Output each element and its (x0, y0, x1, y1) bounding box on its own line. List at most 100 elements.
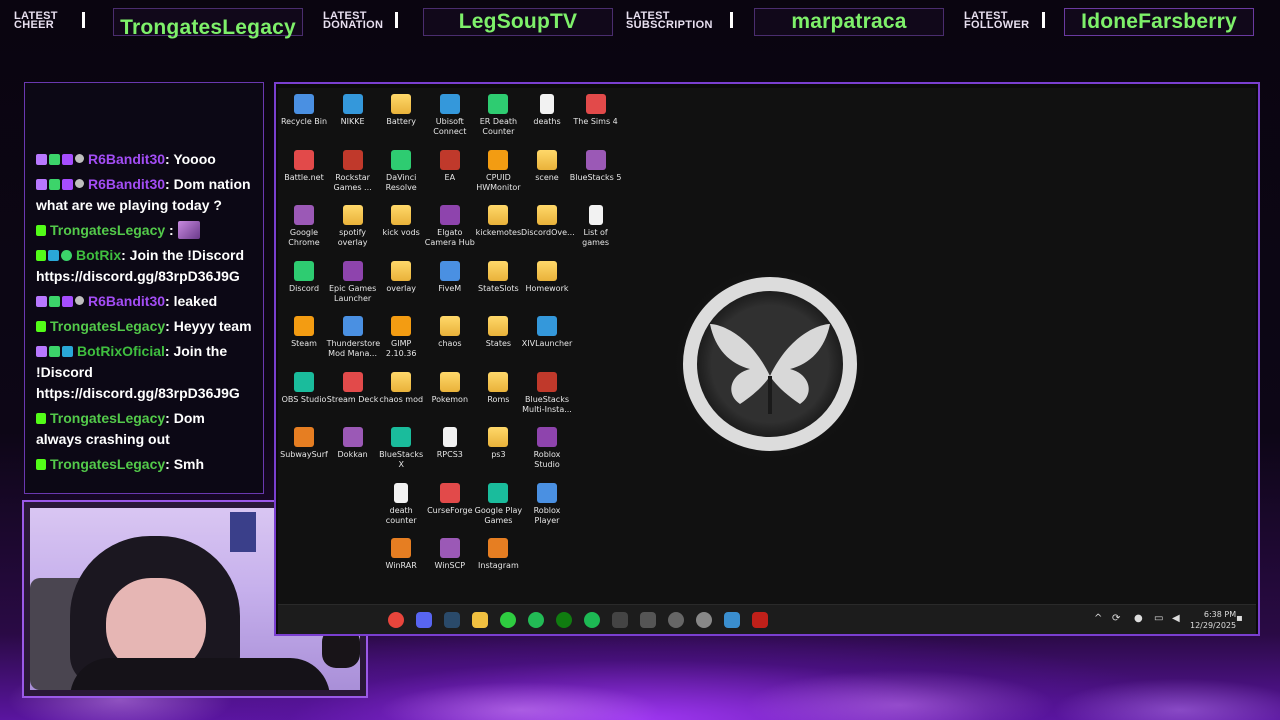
desktop-icon[interactable]: Stream Deck (326, 371, 379, 405)
desktop-icon[interactable]: Battery (375, 94, 427, 127)
network-icon[interactable]: ▭ (1154, 613, 1163, 624)
latest-follower-name: IdoneFarsberry (1081, 10, 1237, 33)
steam-icon[interactable] (444, 612, 460, 628)
app-icon (342, 149, 363, 170)
desktop-icon[interactable]: Recycle Bin (278, 94, 330, 127)
desktop-icon[interactable]: Homework (521, 260, 573, 294)
notification-icon[interactable]: ▪ (1236, 613, 1243, 624)
xbox-icon[interactable] (556, 612, 572, 628)
desktop-icon[interactable]: Pokemon (424, 371, 476, 405)
app-icon[interactable] (612, 612, 628, 628)
app-icon (439, 538, 460, 558)
desktop-icon[interactable]: ps3 (472, 427, 524, 460)
app-icon (294, 94, 314, 114)
desktop-icon[interactable]: StateSlots (472, 260, 524, 294)
app-icon (342, 316, 363, 336)
obs-icon[interactable] (668, 612, 684, 628)
desktop-icon[interactable]: WinRAR (375, 538, 427, 571)
desktop-icon-label: RPCS3 (436, 450, 463, 459)
badge-icon (48, 250, 59, 261)
desktop-icon[interactable]: Thunderstore Mod Mana... (327, 316, 380, 359)
desktop-icon[interactable]: CPUID HWMonitor (472, 149, 524, 193)
microphone-icon[interactable]: ● (1134, 613, 1143, 624)
app-icon (585, 94, 606, 114)
desktop-icon-label: Steam (291, 339, 317, 348)
desktop-icon[interactable]: Elgato Camera Hub (424, 205, 476, 248)
stream-deck-icon[interactable] (640, 612, 656, 628)
folder-icon (391, 371, 412, 392)
discord-icon[interactable] (416, 612, 432, 628)
desktop-icon[interactable]: List of games (570, 205, 622, 248)
desktop-icon[interactable]: The Sims 4 (570, 94, 622, 127)
app-icon[interactable] (500, 612, 516, 628)
desktop-icon[interactable]: Google Play Games (472, 482, 524, 526)
desktop-icon[interactable]: EA (424, 149, 476, 183)
desktop-icon[interactable]: DaVinci Resolve (375, 149, 427, 193)
desktop-icon[interactable]: Rockstar Games ... (327, 149, 379, 193)
desktop-icon-label: Battery (386, 117, 416, 126)
desktop-icon[interactable]: DiscordOve... (521, 205, 575, 238)
desktop-icon[interactable]: ER Death Counter (472, 94, 524, 137)
desktop-icon[interactable]: spotify overlay (327, 205, 379, 248)
desktop-icon[interactable]: death counter (375, 482, 427, 526)
stat-label-line2: CHEER (14, 19, 55, 31)
desktop-icon[interactable]: Google Chrome (278, 205, 330, 248)
app-icon[interactable] (528, 612, 544, 628)
app-icon (537, 482, 557, 503)
desktop-icon[interactable]: Steam (278, 316, 330, 349)
app-icon (342, 371, 363, 392)
desktop-icon[interactable]: Epic Games Launcher (327, 260, 379, 304)
taskbar-clock[interactable]: 6:38 PM 12/29/2025 (1190, 609, 1236, 631)
chevron-up-icon[interactable]: ^ (1094, 613, 1102, 624)
desktop-icon[interactable]: chaos mod (375, 371, 427, 405)
desktop-icon[interactable]: XIVLauncher (521, 316, 573, 349)
desktop-icon[interactable]: chaos (424, 316, 476, 349)
app-icon[interactable] (752, 612, 768, 628)
desktop-icon[interactable]: deaths (521, 94, 573, 127)
app-icon (439, 260, 460, 281)
volume-icon[interactable]: ◀ (1172, 613, 1180, 624)
desktop-icon[interactable]: Battle.net (278, 149, 330, 183)
desktop-icon[interactable]: Roblox Player (521, 482, 573, 526)
chrome-icon[interactable] (388, 612, 404, 628)
desktop-icon[interactable]: Ubisoft Connect (424, 94, 476, 137)
desktop-icon[interactable]: SubwaySurf (278, 427, 330, 460)
desktop-icon[interactable]: OBS Studio (278, 371, 330, 405)
desktop-icon[interactable]: BlueStacks 5 (570, 149, 622, 183)
desktop-icon[interactable]: BlueStacks Multi-Insta... (521, 371, 573, 415)
desktop-icon[interactable]: RPCS3 (424, 427, 476, 460)
desktop-icon[interactable]: GIMP 2.10.36 (375, 316, 427, 359)
desktop-icon-label: CPUID HWMonitor (476, 172, 521, 192)
desktop-icon[interactable]: WinSCP (424, 538, 476, 571)
desktop-icon[interactable]: Discord (278, 260, 330, 294)
file-explorer-icon[interactable] (472, 612, 488, 628)
desktop-icon[interactable]: scene (521, 149, 573, 183)
chat-message: R6Bandit30: Yoooo (36, 149, 253, 170)
desktop-icon[interactable]: Instagram (472, 538, 524, 571)
desktop-icon[interactable]: kick vods (375, 205, 427, 238)
desktop-icon-label: FiveM (438, 283, 462, 293)
app-icon[interactable] (724, 612, 740, 628)
desktop-icon-label: Stream Deck (326, 394, 379, 404)
desktop-icon[interactable]: Roblox Studio (521, 427, 573, 470)
desktop-icon-label: Recycle Bin (280, 117, 328, 126)
desktop-icon[interactable]: BlueStacks X (375, 427, 427, 470)
settings-icon[interactable] (696, 612, 712, 628)
app-icon (294, 316, 314, 336)
stream-stats-bar: LATEST CHEER TrongatesLegacy LATEST DONA… (0, 0, 1280, 44)
desktop-icon[interactable]: overlay (375, 260, 427, 294)
desktop-icon[interactable]: Roms (472, 371, 524, 405)
desktop-icon[interactable]: Dokkan (327, 427, 379, 460)
spotify-icon[interactable] (584, 612, 600, 628)
desktop-icon[interactable]: CurseForge (424, 482, 476, 516)
chat-username: TrongatesLegacy (50, 410, 166, 426)
desktop-icon[interactable]: kickemotes (472, 205, 524, 238)
stat-label-line2: FOLLOWER (964, 19, 1030, 31)
desktop-icon[interactable]: States (472, 316, 524, 349)
desktop-icon-label: Discord (288, 283, 320, 293)
badge-icon (75, 154, 84, 163)
sync-icon[interactable]: ⟳ (1112, 613, 1120, 624)
desktop-icon[interactable]: NIKKE (327, 94, 379, 127)
desktop-icon[interactable]: FiveM (424, 260, 476, 294)
chat-username: R6Bandit30 (88, 176, 166, 192)
